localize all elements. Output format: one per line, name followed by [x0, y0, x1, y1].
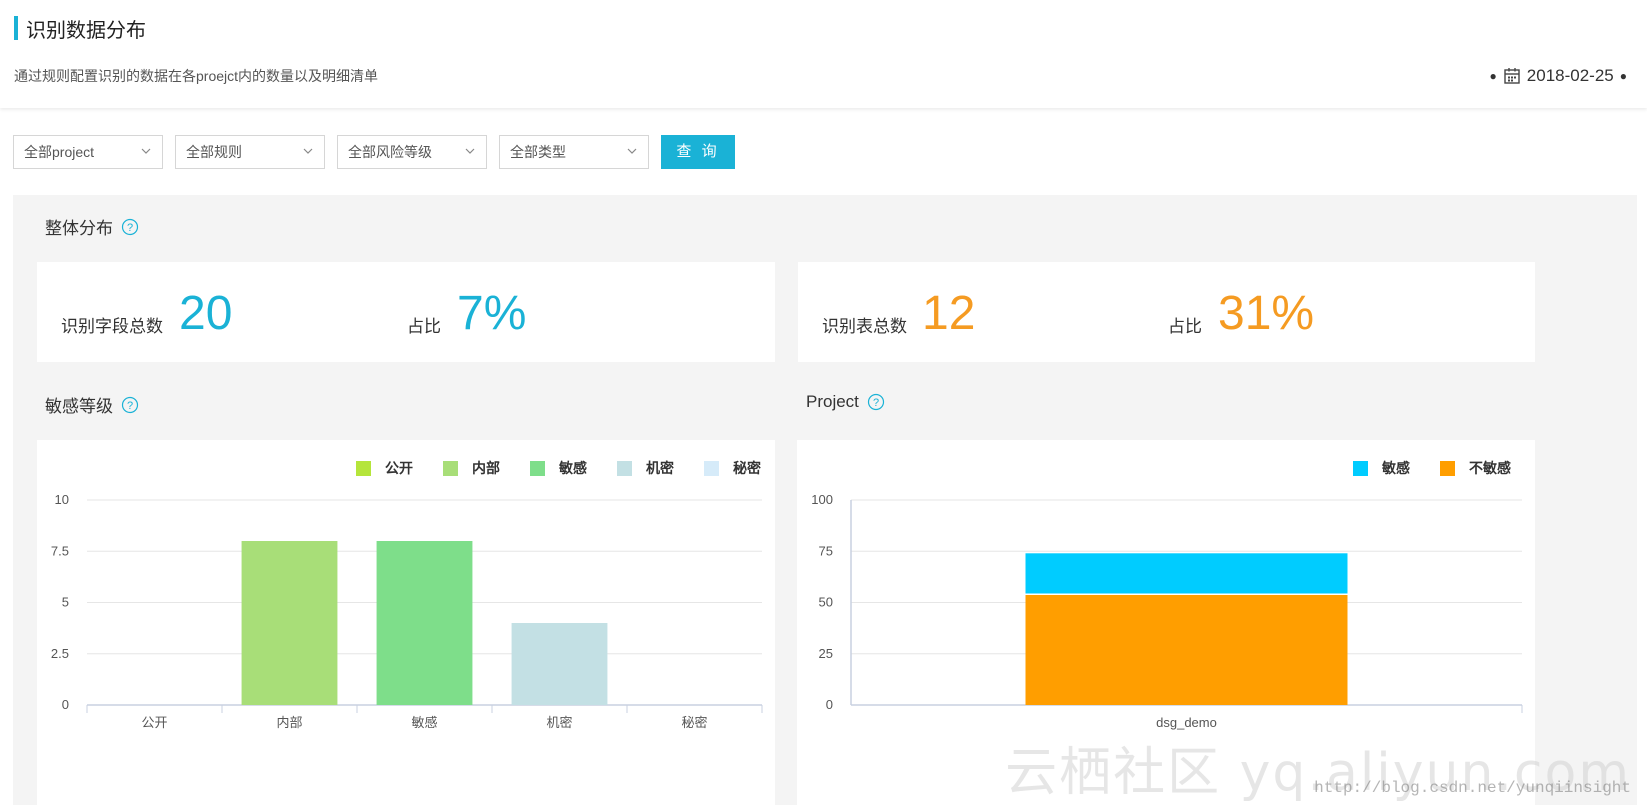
fields-ratio-label: 占比	[407, 317, 441, 336]
y-tick-label: 25	[819, 646, 833, 661]
risk-level-select[interactable]: 全部风险等级	[337, 135, 487, 169]
help-icon[interactable]: ?	[121, 218, 139, 236]
x-tick-label: 秘密	[681, 715, 707, 730]
help-icon[interactable]: ?	[121, 396, 139, 414]
y-tick-label: 75	[819, 543, 833, 558]
y-tick-label: 0	[826, 697, 833, 712]
sensitivity-bar-chart: 0 2.5 5 7.5 10 公开 内部 敏感 机密 秘密	[51, 492, 763, 730]
chevron-down-icon	[303, 148, 313, 154]
chevron-down-icon	[627, 148, 637, 154]
bar	[376, 541, 473, 705]
y-tick-label: 7.5	[51, 543, 69, 558]
fields-total-label: 识别字段总数	[61, 317, 163, 336]
fields-total-value: 20	[179, 287, 233, 340]
rule-select-label: 全部规则	[186, 144, 242, 160]
x-tick-label: 机密	[546, 715, 572, 730]
overall-section-title: 整体分布 ?	[45, 214, 139, 239]
watermark-url: http://blog.csdn.net/yunqiinsight	[1314, 779, 1631, 797]
type-select-label: 全部类型	[510, 144, 566, 160]
x-tick-label: 内部	[276, 715, 302, 730]
rule-select[interactable]: 全部规则	[175, 135, 325, 169]
fields-ratio-value: 7%	[457, 287, 527, 340]
y-tick-label: 50	[819, 595, 833, 610]
svg-text:?: ?	[873, 397, 879, 409]
stacked-bar-segment	[1025, 594, 1348, 705]
x-tick-label: 公开	[141, 715, 167, 730]
x-tick-label: dsg_demo	[1156, 715, 1217, 730]
fields-stat-card: 识别字段总数 20 占比 7%	[37, 262, 775, 362]
next-date-dot[interactable]: ●	[1620, 69, 1627, 83]
sensitivity-chart-card: 公开 内部 敏感 机密 秘密 0 2.5 5 7.5 10 公开 内部 敏感 机密 秘密	[37, 440, 775, 805]
tables-total-label: 识别表总数	[822, 317, 907, 336]
svg-text:?: ?	[127, 222, 133, 234]
date-picker[interactable]: ● 2018-02-25 ●	[1484, 66, 1633, 86]
prev-date-dot[interactable]: ●	[1490, 69, 1497, 83]
project-select[interactable]: 全部project	[13, 135, 163, 169]
tables-ratio-label: 占比	[1168, 317, 1202, 336]
chevron-down-icon	[465, 148, 475, 154]
y-tick-label: 2.5	[51, 646, 69, 661]
x-tick-label: 敏感	[411, 715, 437, 730]
project-title-text: Project	[806, 392, 859, 411]
stacked-bar-segment	[1025, 553, 1348, 595]
date-value: 2018-02-25	[1526, 66, 1614, 85]
tables-total-value: 12	[922, 287, 976, 340]
help-icon[interactable]: ?	[867, 393, 885, 411]
filter-bar: 全部project 全部规则 全部风险等级 全部类型 查 询	[13, 135, 735, 169]
y-tick-label: 100	[811, 492, 833, 507]
title-accent-bar	[14, 16, 18, 40]
query-button[interactable]: 查 询	[661, 135, 735, 169]
overall-title-text: 整体分布	[45, 219, 113, 238]
page-title: 识别数据分布	[26, 20, 146, 42]
tables-ratio-value: 31%	[1218, 287, 1315, 340]
y-tick-label: 5	[62, 595, 69, 610]
page-subtitle: 通过规则配置识别的数据在各proejct内的数量以及明细清单	[14, 68, 379, 84]
tables-stat-card: 识别表总数 12 占比 31%	[798, 262, 1535, 362]
risk-level-select-label: 全部风险等级	[348, 144, 432, 160]
dashboard-panel: 整体分布 ? 识别字段总数 20 占比 7% 识别表总数 12 占比 31% 敏…	[13, 195, 1637, 805]
calendar-icon	[1504, 68, 1520, 84]
project-select-label: 全部project	[24, 144, 95, 160]
sensitivity-title-text: 敏感等级	[45, 397, 113, 416]
type-select[interactable]: 全部类型	[499, 135, 649, 169]
bar	[511, 623, 608, 705]
y-tick-label: 0	[62, 697, 69, 712]
sensitivity-section-title: 敏感等级 ?	[45, 392, 139, 417]
chevron-down-icon	[141, 148, 151, 154]
bar	[241, 541, 338, 705]
page-header: 识别数据分布 通过规则配置识别的数据在各proejct内的数量以及明细清单 ● …	[0, 0, 1647, 108]
project-section-title: Project ?	[806, 392, 885, 412]
svg-text:?: ?	[127, 400, 133, 412]
y-tick-label: 10	[55, 492, 69, 507]
